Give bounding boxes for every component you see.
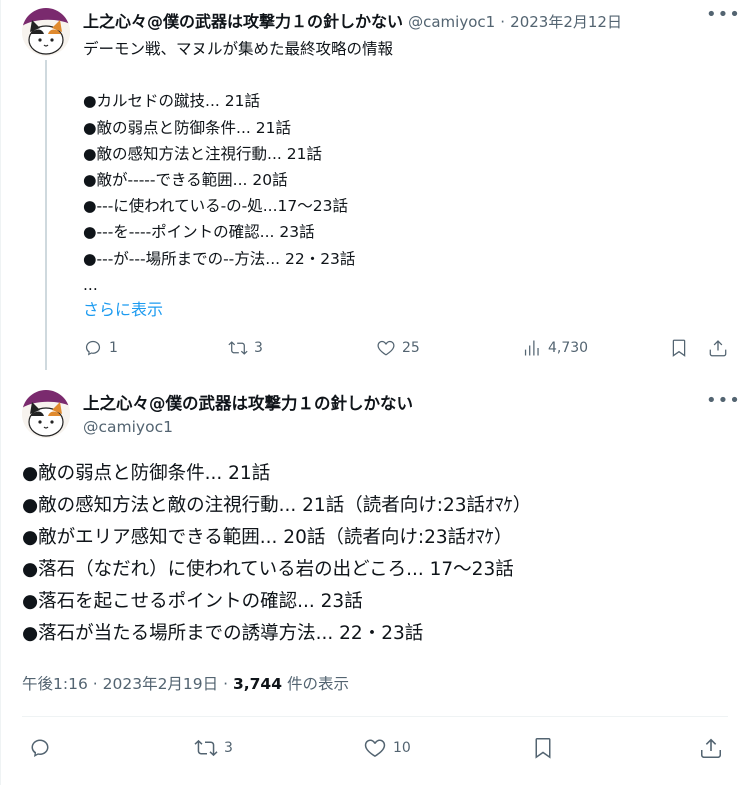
avatar[interactable]: [22, 390, 70, 438]
tweet-actions: 3 10: [0, 734, 750, 764]
like-count: 25: [402, 340, 420, 356]
bookmark-icon: [535, 738, 551, 759]
list-item: ●---が---場所までの--方法... 22・23話: [83, 249, 356, 268]
tweet-date[interactable]: 2023年2月12日: [510, 13, 622, 31]
list-item: ●敵の感知方法と敵の注視行動... 21話（読者向け:23話ｵﾏｹ）: [22, 495, 532, 516]
avatar[interactable]: [22, 8, 70, 56]
like-count: 10: [393, 740, 411, 756]
reply-button[interactable]: [28, 736, 52, 760]
list-item: ●---を----ポイントの確認... 23話: [83, 223, 315, 242]
share-icon: [709, 340, 727, 357]
heart-icon: [364, 739, 386, 757]
views-icon: [524, 340, 539, 356]
divider: [22, 716, 728, 717]
reply-icon: [31, 739, 49, 757]
views-label: 件の表示: [286, 675, 349, 693]
tweet-text: デーモン戦、マヌルが集めた最終攻略の情報 ●カルセドの蹴技... 21話 ●敵の…: [83, 36, 703, 298]
retweet-icon: [228, 341, 248, 355]
retweet-button[interactable]: 3: [194, 736, 233, 760]
list-item: ●敵がエリア感知できる範囲... 20話（読者向け:23話ｵﾏｹ）: [22, 527, 513, 548]
reply-count: 1: [109, 340, 118, 356]
like-button[interactable]: 10: [363, 736, 411, 760]
retweet-count: 3: [254, 340, 263, 356]
list-item: ●落石が当たる場所までの誘導方法... 22・23話: [22, 623, 424, 644]
more-icon[interactable]: •••: [706, 390, 741, 411]
frame-border: [0, 0, 1, 785]
more-icon[interactable]: •••: [706, 4, 741, 25]
retweet-button[interactable]: 3: [228, 338, 263, 358]
tweet-date[interactable]: 2023年2月19日: [103, 675, 219, 693]
list-item: ●落石（なだれ）に使われている岩の出どころ... 17～23話: [22, 559, 514, 580]
heart-icon: [377, 340, 395, 356]
display-name[interactable]: 上之心々@僕の武器は攻撃力１の針しかない: [83, 12, 403, 31]
views-count: 3,744: [232, 675, 282, 693]
list-item: ●---に使われている-の-処...17～23話: [83, 197, 348, 216]
like-button[interactable]: 25: [376, 338, 420, 358]
list-item: ●敵が-----できる範囲... 20話: [83, 170, 288, 189]
tweet-header: 上之心々@僕の武器は攻撃力１の針しかない @camiyoc1 · 2023年2月…: [83, 8, 722, 31]
cat-avatar-icon: [22, 390, 70, 438]
list-item: ●敵の弱点と防御条件... 21話: [22, 463, 271, 484]
list-item: ●カルセドの蹴技... 21話: [83, 92, 260, 111]
tweet-intro: デーモン戦、マヌルが集めた最終攻略の情報: [83, 40, 394, 58]
list-item: ●敵の弱点と防御条件... 21話: [83, 118, 291, 137]
tweet-meta: 午後1:16 · 2023年2月19日 · 3,744 件の表示: [22, 672, 349, 694]
separator: ·: [92, 675, 98, 693]
views-button[interactable]: 4,730: [522, 338, 588, 358]
share-button[interactable]: [699, 736, 723, 760]
reply-icon: [85, 340, 101, 356]
share-button[interactable]: [708, 338, 728, 358]
retweet-icon: [194, 739, 218, 757]
views-count: 4,730: [548, 340, 589, 356]
separator: ·: [500, 13, 506, 31]
display-name[interactable]: 上之心々@僕の武器は攻撃力１の針しかない: [83, 390, 413, 414]
list-item: ●落石を起こせるポイントの確認... 23話: [22, 591, 363, 612]
bookmark-button[interactable]: [669, 338, 689, 358]
ellipsis: ...: [83, 275, 98, 294]
tweet-time[interactable]: 午後1:16: [22, 675, 88, 693]
retweet-count: 3: [224, 740, 233, 756]
user-handle[interactable]: @camiyoc1: [408, 13, 495, 31]
thread-connector-line: [45, 60, 47, 370]
bookmark-icon: [672, 339, 686, 357]
show-more-link[interactable]: さらに表示: [83, 296, 163, 320]
separator: ·: [223, 675, 229, 693]
tweet-text: ●敵の弱点と防御条件... 21話 ●敵の感知方法と敵の注視行動... 21話（…: [22, 458, 732, 650]
share-icon: [701, 738, 721, 758]
tweet-actions: 1 3 25 4,730: [0, 334, 750, 362]
bookmark-button[interactable]: [531, 736, 555, 760]
user-handle[interactable]: @camiyoc1: [83, 418, 173, 436]
list-item: ●敵の感知方法と注視行動... 21話: [83, 144, 322, 163]
reply-button[interactable]: 1: [83, 338, 118, 358]
cat-avatar-icon: [22, 8, 70, 56]
